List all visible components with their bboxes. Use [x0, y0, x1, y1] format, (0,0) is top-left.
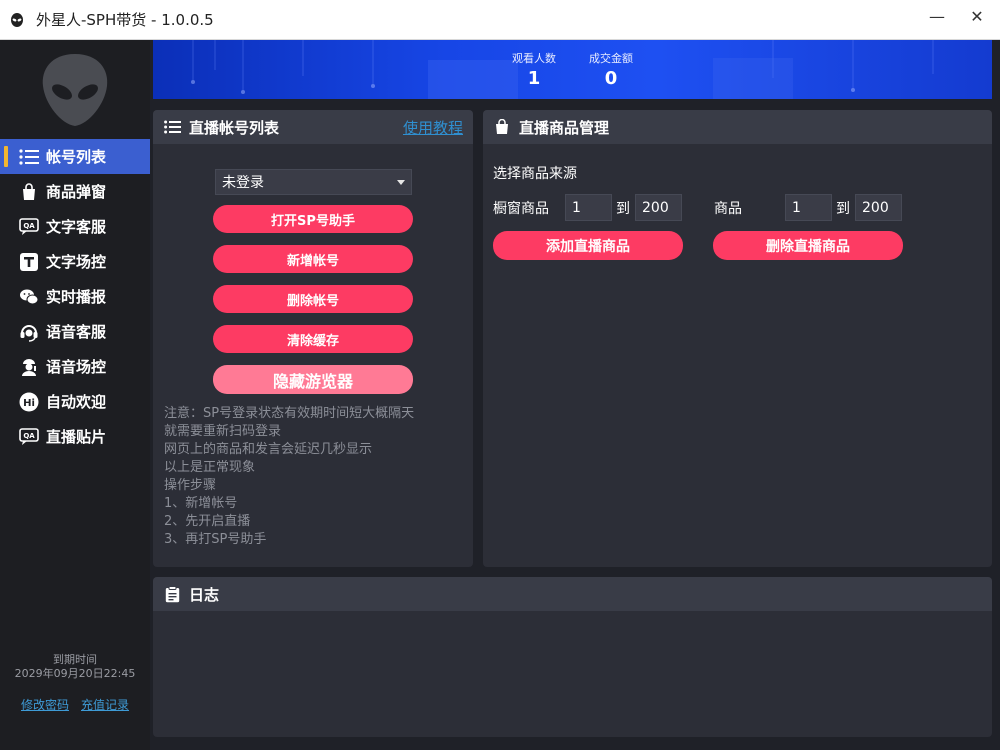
- sidebar-item-auto-welcome[interactable]: Hi 自动欢迎: [0, 384, 150, 419]
- chat-qa-icon: QA: [18, 216, 40, 238]
- goods-to-input[interactable]: 200: [855, 194, 902, 221]
- accounts-panel-title: 直播帐号列表: [189, 118, 280, 137]
- sidebar-item-voice-control[interactable]: 语音场控: [0, 349, 150, 384]
- window-title: 外星人-SPH带货 - 1.0.0.5: [36, 11, 214, 29]
- sidebar-item-live-broadcast[interactable]: 实时播报: [0, 279, 150, 314]
- sidebar-item-label: 自动欢迎: [46, 393, 107, 411]
- amount-value: 0: [604, 68, 618, 89]
- chevron-down-icon: [397, 180, 405, 185]
- usage-notes: 注意：SP号登录状态有效期时间短大概隔天 就需要重新扫码登录 网页上的商品和发言…: [164, 405, 414, 549]
- viewers-stat: 观看人数 1: [508, 50, 560, 89]
- window-goods-label: 橱窗商品: [493, 201, 549, 217]
- amount-stat: 成交金额 0: [585, 50, 637, 89]
- sidebar-nav: 帐号列表 商品弹窗 QA 文字客服 文字场控 实时播报 语音客服 语音场控 Hi…: [0, 139, 150, 454]
- text-t-icon: [18, 251, 40, 273]
- note-line: 注意：SP号登录状态有效期时间短大概隔天: [164, 406, 415, 421]
- sidebar-item-label: 商品弹窗: [46, 183, 107, 201]
- window-goods-from-input[interactable]: 1: [565, 194, 612, 221]
- log-content-area[interactable]: [153, 611, 992, 737]
- svg-text:Hi: Hi: [23, 398, 35, 409]
- sidebar-item-label: 实时播报: [46, 288, 107, 306]
- sidebar-item-label: 文字客服: [46, 218, 107, 236]
- log-panel: 日志: [153, 577, 992, 737]
- viewers-label: 观看人数: [512, 52, 556, 65]
- accounts-panel: 直播帐号列表 使用教程 未登录 打开SP号助手 新增帐号 删除帐号 清除缓存 隐…: [153, 110, 473, 567]
- sidebar-item-label: 语音客服: [46, 323, 107, 341]
- alien-logo-icon: [42, 54, 108, 126]
- svg-text:QA: QA: [23, 222, 35, 230]
- sidebar-item-account-list[interactable]: 帐号列表: [0, 139, 150, 174]
- goods-range-label: 商品: [714, 201, 742, 217]
- list-icon: [18, 146, 40, 168]
- sidebar-item-label: 帐号列表: [46, 148, 107, 166]
- add-live-goods-button[interactable]: 添加直播商品: [493, 231, 683, 260]
- sidebar-item-text-control[interactable]: 文字场控: [0, 244, 150, 279]
- login-status-value: 未登录: [222, 175, 264, 191]
- login-status-select[interactable]: 未登录: [215, 169, 412, 195]
- recharge-record-link[interactable]: 充值记录: [81, 696, 129, 713]
- note-line: 2、先开启直播: [164, 514, 251, 529]
- expiry-value: 2029年09月20日22:45: [14, 667, 136, 680]
- mic-person-icon: [18, 356, 40, 378]
- note-line: 1、新增帐号: [164, 496, 238, 511]
- sidebar-item-goods-popup[interactable]: 商品弹窗: [0, 174, 150, 209]
- log-panel-title: 日志: [189, 585, 220, 604]
- shopping-bag-icon: [493, 118, 511, 136]
- note-line: 就需要重新扫码登录: [164, 424, 282, 439]
- sticker-qa-icon: QA: [18, 426, 40, 448]
- delete-live-goods-button[interactable]: 删除直播商品: [713, 231, 903, 260]
- viewers-value: 1: [527, 68, 541, 89]
- close-button[interactable]: ✕: [954, 0, 1000, 32]
- goods-panel-header: 直播商品管理: [483, 110, 992, 144]
- shopping-bag-icon: [18, 181, 40, 203]
- note-line: 网页上的商品和发言会延迟几秒显示: [164, 442, 373, 457]
- change-password-link[interactable]: 修改密码: [21, 696, 69, 713]
- goods-panel-title: 直播商品管理: [519, 118, 610, 137]
- stats-banner: 观看人数 1 成交金额 0: [153, 40, 992, 99]
- tutorial-link[interactable]: 使用教程: [403, 117, 463, 138]
- delete-account-button[interactable]: 删除帐号: [213, 285, 413, 313]
- list-icon: [163, 118, 181, 136]
- sidebar-item-label: 直播贴片: [46, 428, 107, 446]
- sidebar-item-text-service[interactable]: QA 文字客服: [0, 209, 150, 244]
- to-label: 到: [616, 201, 630, 217]
- clipboard-icon: [163, 585, 181, 603]
- to-label: 到: [836, 201, 850, 217]
- wechat-icon: [18, 286, 40, 308]
- sidebar-item-voice-service[interactable]: 语音客服: [0, 314, 150, 349]
- log-panel-header: 日志: [153, 577, 992, 611]
- alien-app-icon: [8, 11, 26, 29]
- sidebar-links: 修改密码 充值记录: [0, 696, 150, 713]
- svg-text:QA: QA: [23, 432, 35, 440]
- amount-label: 成交金额: [589, 52, 633, 65]
- note-line: 操作步骤: [164, 478, 217, 493]
- sidebar: 帐号列表 商品弹窗 QA 文字客服 文字场控 实时播报 语音客服 语音场控 Hi…: [0, 40, 150, 750]
- clear-cache-button[interactable]: 清除缓存: [213, 325, 413, 353]
- hide-browser-button[interactable]: 隐藏游览器: [213, 365, 413, 394]
- goods-from-input[interactable]: 1: [785, 194, 832, 221]
- window-goods-to-input[interactable]: 200: [635, 194, 682, 221]
- goods-panel: 直播商品管理 选择商品来源 橱窗商品 1 到 200 商品 1 到 200 添加…: [483, 110, 992, 567]
- open-sp-helper-button[interactable]: 打开SP号助手: [213, 205, 413, 233]
- goods-source-label: 选择商品来源: [493, 166, 577, 182]
- sidebar-item-label: 语音场控: [46, 358, 107, 376]
- note-line: 3、再打SP号助手: [164, 532, 267, 547]
- banner-decoration: [191, 40, 934, 99]
- headset-icon: [18, 321, 40, 343]
- note-line: 以上是正常现象: [164, 460, 256, 475]
- hi-icon: Hi: [18, 391, 40, 413]
- accounts-panel-header: 直播帐号列表 使用教程: [153, 110, 473, 144]
- sidebar-item-label: 文字场控: [46, 253, 107, 271]
- title-bar: 外星人-SPH带货 - 1.0.0.5 — ✕: [0, 0, 1000, 40]
- sidebar-item-live-sticker[interactable]: QA 直播贴片: [0, 419, 150, 454]
- add-account-button[interactable]: 新增帐号: [213, 245, 413, 273]
